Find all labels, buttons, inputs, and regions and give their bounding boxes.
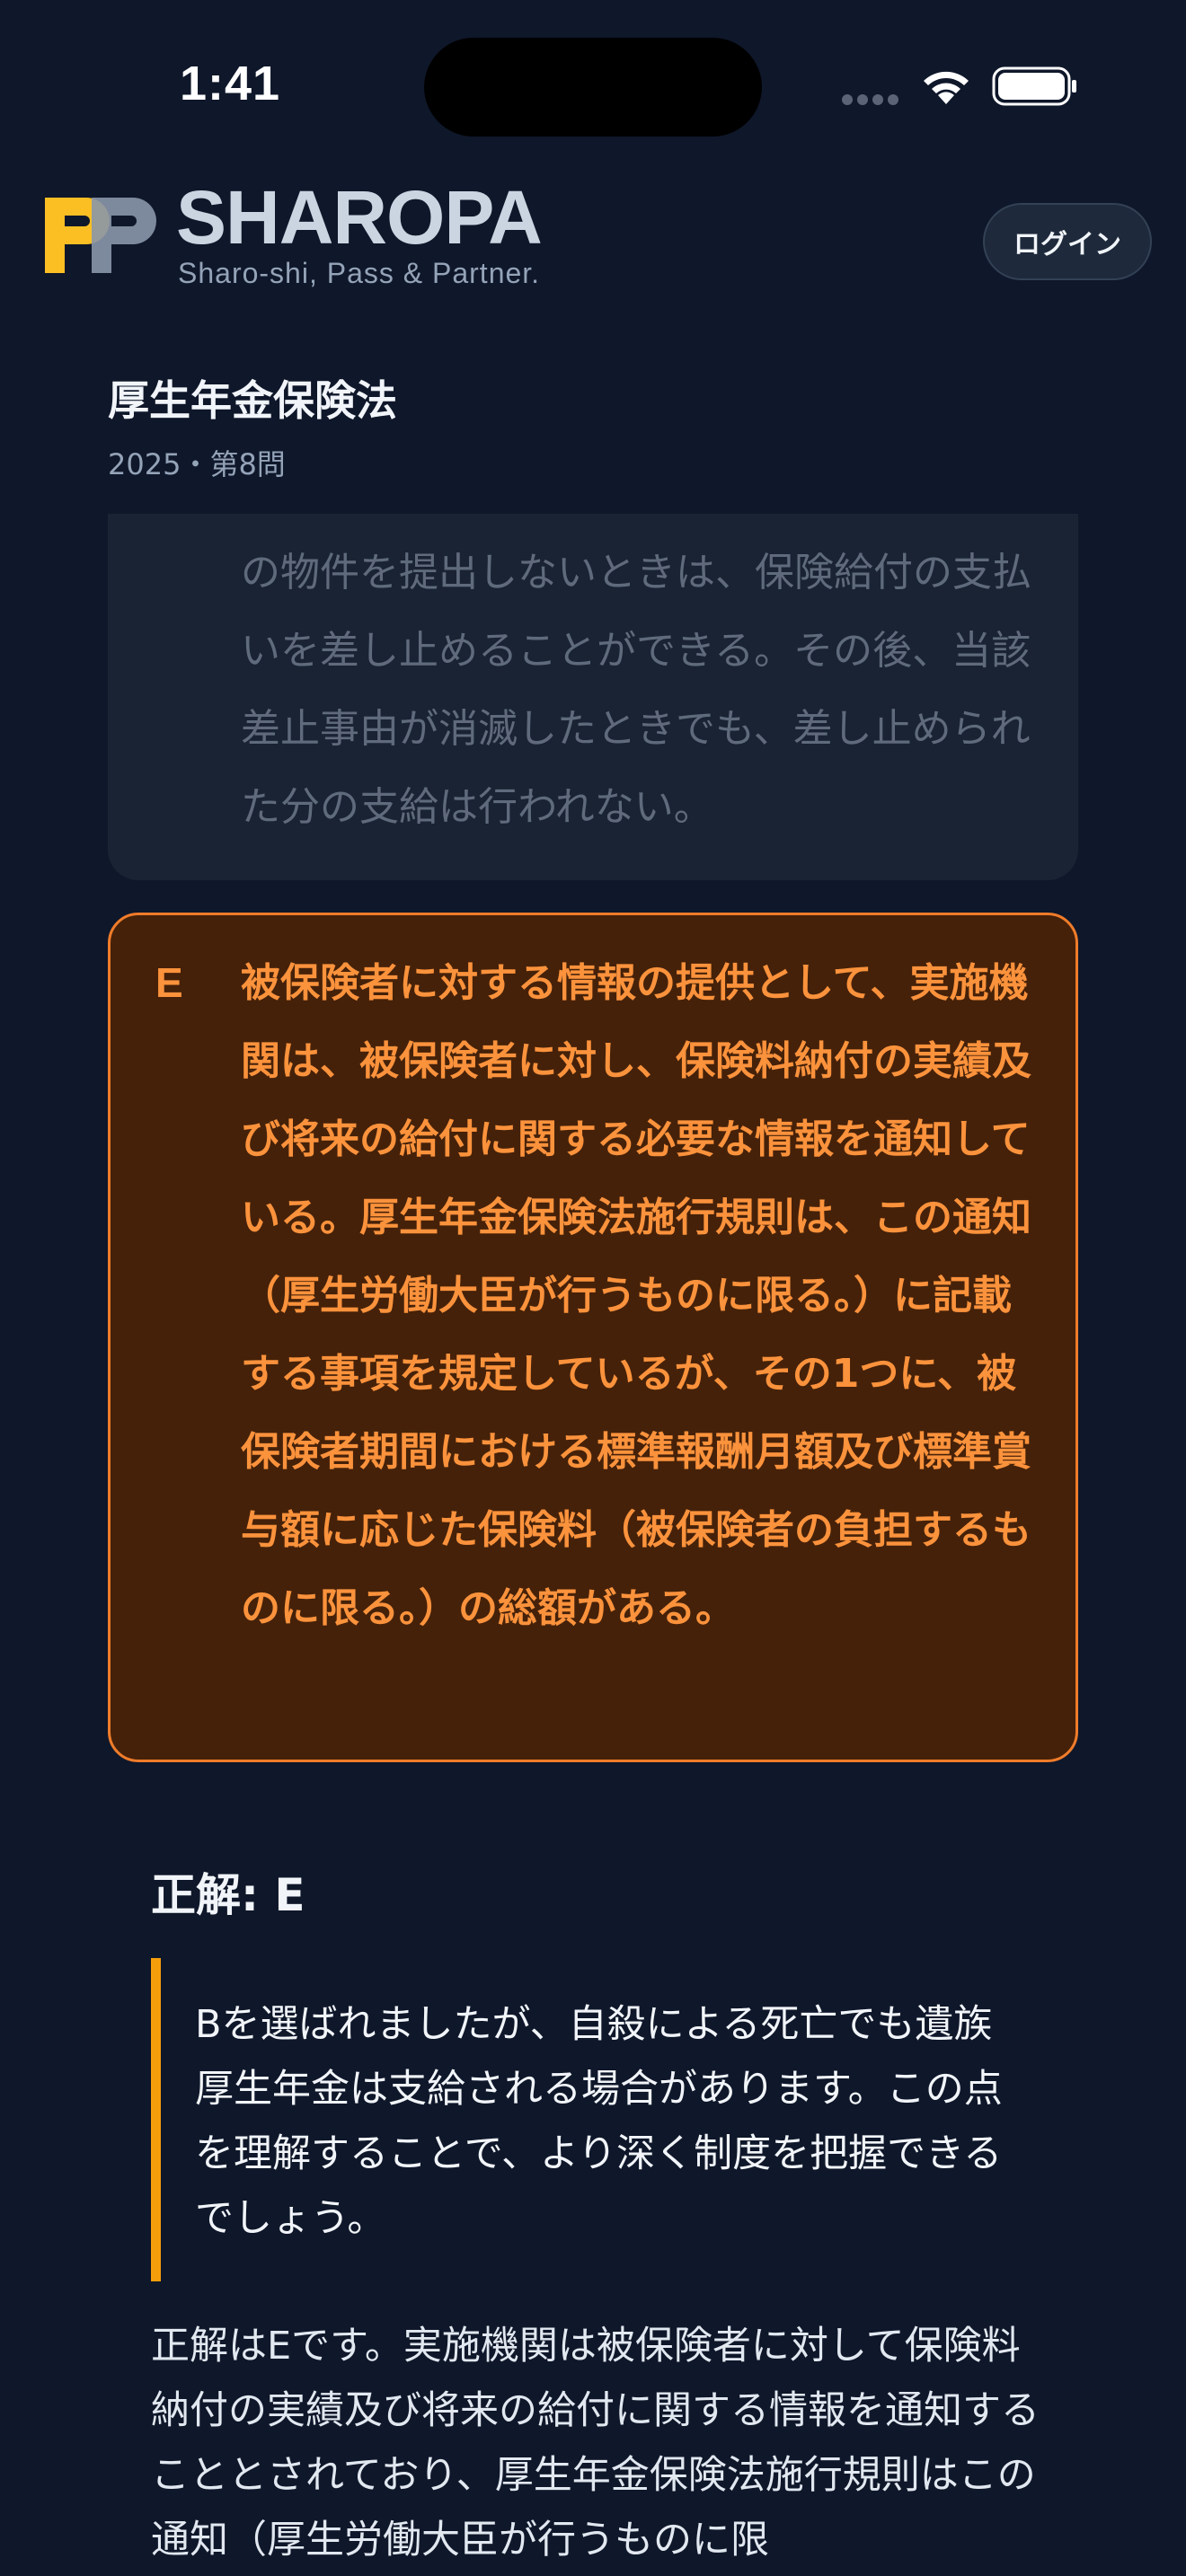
feedback-quote: Bを選ばれましたが、自殺による死亡でも遺族厚生年金は支給される場合があります。こ…	[151, 1958, 1013, 2281]
dynamic-island	[424, 38, 762, 137]
option-card-d[interactable]: の物件を提出しないときは、保険給付の支払いを差し止めることができる。その後、当該…	[108, 514, 1078, 880]
status-bar: 1:41	[0, 0, 1186, 171]
option-e-letter: E	[155, 959, 183, 1006]
page-title: 厚生年金保険法	[108, 376, 397, 425]
answer-heading: 正解: E	[151, 1869, 305, 1921]
feedback-text: Bを選ばれましたが、自殺による死亡でも遺族厚生年金は支給される場合があります。こ…	[195, 2002, 1003, 2241]
explanation-text: 正解はEです。実施機関は被保険者に対して保険料納付の実績及び将来の給付に関する情…	[151, 2324, 1040, 2563]
sharopa-logo-icon[interactable]	[45, 190, 158, 273]
brand-name[interactable]: SHAROPA	[176, 174, 543, 260]
app-header: SHAROPA Sharo-shi, Pass & Partner. ログイン	[0, 171, 1186, 314]
wifi-icon	[924, 71, 969, 104]
brand-tagline: Sharo-shi, Pass & Partner.	[178, 257, 541, 289]
cellular-signal-icon	[842, 94, 898, 105]
battery-icon	[992, 66, 1076, 106]
option-d-text: の物件を提出しないときは、保険給付の支払いを差し止めることができる。その後、当該…	[241, 550, 1031, 830]
login-button[interactable]: ログイン	[983, 203, 1152, 280]
option-e-text: 被保険者に対する情報の提供として、実施機関は、被保険者に対し、保険料納付の実績及…	[241, 960, 1031, 1631]
option-card-e[interactable]: E 被保険者に対する情報の提供として、実施機関は、被保険者に対し、保険料納付の実…	[108, 913, 1078, 1762]
question-meta: 2025・第8問	[108, 447, 286, 481]
status-time: 1:41	[180, 57, 281, 110]
